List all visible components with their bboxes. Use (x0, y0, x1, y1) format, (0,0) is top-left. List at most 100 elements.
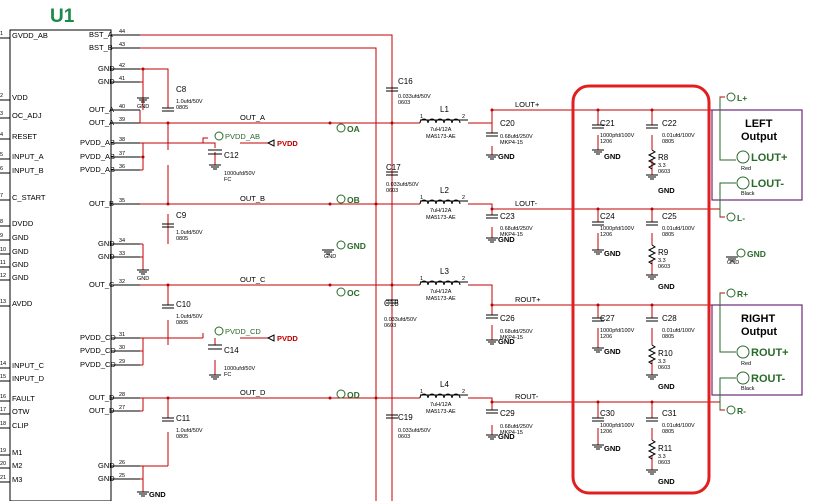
cap-pkg: 1206 (600, 232, 612, 238)
net-out-a: OUT_A (240, 113, 265, 122)
res-ref: R9 (658, 248, 669, 257)
ind-pin: 2 (462, 114, 465, 120)
left-pin-num: 18 (0, 421, 6, 427)
cap-pkg: MKP4-15 (500, 335, 523, 341)
cap-pkg: 0805 (176, 236, 188, 242)
junctions (141, 67, 654, 404)
left-pin-num: 10 (0, 247, 6, 253)
left-pin-num: 20 (0, 461, 6, 467)
gnd-label: GND (604, 347, 621, 356)
net-rout-m: ROUT- (515, 392, 539, 401)
black-label: Black (741, 191, 755, 197)
ind-ref: L2 (440, 186, 449, 195)
cap-pkg: 0805 (662, 232, 674, 238)
tp-pvdd-cd: PVDD_CD (225, 327, 261, 336)
ind-pkg: MA5173-AE (426, 215, 456, 221)
cap-ref: C31 (662, 409, 677, 418)
net-out-b: OUT_B (240, 194, 265, 203)
cap-ref: C18 (384, 299, 399, 308)
gnd-label: GND (324, 254, 336, 260)
rout-minus: ROUT- (751, 373, 786, 385)
ind-ref: L3 (440, 267, 449, 276)
right-pin-num: 26 (119, 460, 125, 466)
cap-ref: C10 (176, 300, 191, 309)
ind-pkg: MA5173-AE (426, 134, 456, 140)
left-pin: GND (12, 233, 29, 242)
wires (139, 34, 725, 501)
ind-pin: 1 (420, 195, 423, 201)
cap-ref: C14 (224, 346, 239, 355)
left-pin-num: 15 (0, 374, 6, 380)
cap-pkg: 0805 (176, 320, 188, 326)
left-pin-num: 5 (0, 152, 3, 158)
left-pin: INPUT_D (12, 374, 45, 383)
ind-pin: 2 (462, 276, 465, 282)
tp-pvdd2: PVDD (277, 334, 298, 343)
cap-ref: C8 (176, 85, 187, 94)
cap-ref: C9 (176, 211, 187, 220)
left-pin: GND (12, 273, 29, 282)
l-plus: L+ (737, 93, 747, 103)
right-pin-num: 34 (119, 238, 125, 244)
left-output-title: LEFT (745, 118, 773, 130)
cap-pkg: 0805 (662, 334, 674, 340)
right-pin-num: 39 (119, 117, 125, 123)
left-pin: OTW (12, 407, 30, 416)
left-pin-num: 2 (0, 93, 3, 99)
cap-pkg: 0603 (398, 434, 410, 440)
right-pin-num: 44 (119, 29, 125, 35)
cap-pkg: FC (224, 372, 231, 378)
cap-pkg: MKP4-15 (500, 430, 523, 436)
left-pin: DVDD (12, 219, 34, 228)
left-pin: GND (12, 260, 29, 269)
red-label: Red (741, 361, 751, 367)
right-output-subtitle: Output (741, 326, 777, 338)
right-pin: PVDD_CD (80, 333, 116, 342)
cap-pkg: 0603 (386, 188, 398, 194)
left-pin: OC_ADJ (12, 111, 42, 120)
cap-ref: C24 (600, 212, 615, 221)
right-pin: BST_A (89, 30, 113, 39)
left-pin-num: 9 (0, 233, 3, 239)
tp-labels: OA OB OC OD GND PVDD_AB PVDD_CD PVDD PVD… (225, 124, 366, 400)
res-ref: R11 (658, 444, 673, 453)
res-pkg: 0603 (658, 169, 670, 175)
cap-pkg: 0805 (662, 139, 674, 145)
left-output-subtitle: Output (741, 131, 777, 143)
left-pin-num: 4 (0, 132, 3, 138)
pvdd-arrows (266, 139, 275, 342)
right-pin-num: 27 (119, 405, 125, 411)
left-pin-num: 16 (0, 394, 6, 400)
left-pin-num: 7 (0, 193, 3, 199)
left-pin-num: 1 (0, 31, 3, 37)
gnd-label: GND (149, 490, 166, 499)
gnd-label: GND (658, 382, 675, 391)
right-pin-num: 25 (119, 473, 125, 479)
cap-pkg: 0805 (176, 105, 188, 111)
chip-ref: U1 (50, 6, 75, 27)
net-out-c: OUT_C (240, 275, 266, 284)
cap-pkg: MKP4-15 (500, 232, 523, 238)
inductor-symbols (419, 118, 468, 399)
cap-ref: C19 (398, 413, 413, 422)
gnd-label: GND (604, 444, 621, 453)
ind-ref: L1 (440, 105, 449, 114)
left-pin-labels: GVDD_AB VDD OC_ADJ RESET INPUT_A INPUT_B… (12, 31, 48, 484)
right-pin-num: 31 (119, 332, 125, 338)
left-pin: INPUT_B (12, 166, 44, 175)
left-pin-num: 12 (0, 273, 6, 279)
right-pin: BST_B (89, 43, 113, 52)
l-minus: L- (737, 213, 745, 223)
cap-ref: C30 (600, 409, 615, 418)
cap-ref: C12 (224, 151, 239, 160)
cap-ref: C20 (500, 119, 515, 128)
left-pin: AVDD (12, 299, 33, 308)
left-pin-num: 19 (0, 448, 6, 454)
cap-ref: C16 (398, 77, 413, 86)
right-pin-num: 41 (119, 76, 125, 82)
res-ref: R8 (658, 153, 669, 162)
cap-ref: C27 (600, 314, 615, 323)
right-pin: PVDD_CD (80, 346, 116, 355)
gnd-label: GND (658, 186, 675, 195)
left-pin: M2 (12, 461, 22, 470)
